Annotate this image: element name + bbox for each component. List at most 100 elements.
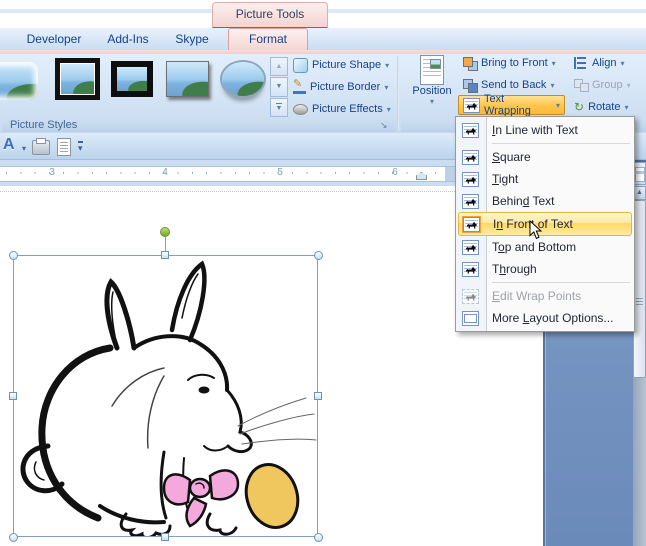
position-thumbnail [430,59,441,69]
word-window: Picture Tools Developer Add-Ins Skype Fo… [0,0,646,546]
resize-handle-middle-right[interactable] [314,392,322,400]
up-arrow-icon: ▲ [275,63,283,71]
text-wrapping-icon [463,97,480,113]
more-layout-options-icon [462,310,479,326]
landscape-thumbnail [222,62,264,96]
resize-handle-top-middle[interactable] [161,251,169,259]
wrap-top-and-bottom-icon [462,239,479,255]
bring-to-front-icon [463,56,478,71]
font-styles-icon[interactable]: A [3,136,15,154]
gallery-style-oval[interactable] [220,60,266,98]
chevron-down-icon: ▾ [550,80,555,90]
chevron-down-icon: ▾ [620,58,625,68]
wrap-through-icon [462,261,479,277]
menu-item-label: Square [492,150,531,164]
chevron-down-icon: ▾ [386,104,391,114]
picture-shape-button[interactable]: Picture Shape ▾ [293,55,389,75]
position-icon [420,55,444,85]
gallery-style-soft-edge[interactable] [0,62,38,100]
menu-item-more-layout-options[interactable]: More Layout Options... [456,307,634,329]
font-styles-dropdown-icon[interactable]: ▾ [22,144,26,153]
up-arrow-icon: ▲ [636,189,643,196]
document-icon[interactable] [57,138,71,156]
position-label: Position [412,85,452,97]
gallery-style-metal-frame[interactable] [55,58,100,100]
gallery-style-simple-black-frame[interactable] [111,61,153,97]
ruler-ticks [6,172,442,174]
menu-item-label: More Layout Options... [492,311,614,325]
menu-item-in-line-with-text[interactable]: In Line with Text [456,119,634,141]
text-wrapping-menu: In Line with Text Square Tight Behind Te… [455,116,635,332]
picture-shape-label: Picture Shape [312,59,382,71]
scrollbar-thumb-grip [636,298,643,305]
tab-skype[interactable]: Skype [164,28,220,50]
menu-item-tight[interactable]: Tight [456,168,634,190]
gallery-scroll-down-button[interactable]: ▼ [270,77,288,97]
picture-styles-group-label-text: Picture Styles [10,119,78,131]
rotate-button[interactable]: ↻ Rotate ▾ [574,97,629,117]
resize-handle-bottom-left[interactable] [9,533,18,542]
send-to-back-icon [463,78,478,93]
text-wrapping-label: Text Wrapping [484,93,531,117]
dialog-launcher-icon[interactable]: ↘ [380,121,388,130]
down-arrow-icon: ▼ [275,83,283,91]
gallery-style-simple-white-frame[interactable] [166,61,209,97]
gallery-scroll-controls: ▲ ▼ ▼ [270,57,288,117]
menu-separator [492,282,630,283]
menu-item-label: Edit Wrap Points [492,289,582,303]
menu-item-through[interactable]: Through [456,258,634,280]
ruler-number-3: 3 [49,167,55,178]
resize-handle-bottom-middle[interactable] [161,533,169,541]
group-separator [397,56,399,130]
wrap-in-line-icon [462,122,479,138]
menu-item-label: Top and Bottom [492,240,577,254]
tab-format[interactable]: Format [228,28,308,50]
menu-item-label: In Line with Text [492,123,578,137]
bunny-clipart [20,260,317,540]
chevron-down-icon: ▾ [551,58,556,68]
ruler-number-6: 6 [392,167,398,178]
wrap-square-icon [462,149,479,165]
position-button[interactable]: Position ▾ [406,55,458,117]
menu-item-label: Through [492,262,537,276]
tab-add-ins[interactable]: Add-Ins [100,28,156,50]
group-icon [574,79,589,92]
bring-to-front-button[interactable]: Bring to Front ▾ [463,53,556,73]
pencil-icon: ✎ [293,77,303,90]
contextual-tab-header: Picture Tools [212,2,328,30]
text-wrapping-button[interactable]: Text Wrapping ▾ [458,93,565,117]
picture-effects-icon [293,103,308,115]
toolbar-overflow-icon[interactable]: ▾ [78,141,83,153]
ruler-number-4: 4 [162,167,168,178]
menu-item-square[interactable]: Square [456,146,634,168]
picture-effects-button[interactable]: Picture Effects ▾ [293,99,391,119]
gallery-more-button[interactable]: ▼ [270,97,288,117]
chevron-down-icon: ▾ [624,102,629,112]
group-button: Group ▾ [574,75,631,95]
resize-handle-top-right[interactable] [314,251,323,260]
menu-item-in-front-of-text[interactable]: In Front of Text [458,212,632,236]
landscape-thumbnail [61,64,94,94]
chevron-down-icon: ▾ [555,100,560,110]
menu-item-label: Tight [492,172,519,186]
rotate-icon: ↻ [574,100,585,114]
chevron-down-icon: ▾ [385,60,390,70]
menu-separator [492,143,630,144]
resize-handle-middle-left[interactable] [9,392,17,400]
picture-border-icon: ✎ [293,78,306,94]
resize-handle-bottom-right[interactable] [314,533,323,542]
gallery-scroll-up-button[interactable]: ▲ [270,57,288,77]
align-icon [574,57,588,69]
picture-border-button[interactable]: ✎ Picture Border ▾ [293,77,388,97]
picture-styles-group-label: Picture Styles ↘ [2,119,396,132]
tab-developer[interactable]: Developer [16,28,92,50]
menu-item-top-and-bottom[interactable]: Top and Bottom [456,236,634,258]
printer-icon[interactable] [32,138,50,155]
send-to-back-button[interactable]: Send to Back ▾ [463,75,554,95]
rotation-handle[interactable] [160,227,170,237]
resize-handle-top-left[interactable] [9,251,18,260]
picture-effects-label: Picture Effects [312,103,383,115]
menu-item-behind-text[interactable]: Behind Text [456,190,634,212]
align-button[interactable]: Align ▾ [574,53,624,73]
selected-picture[interactable] [13,255,318,540]
